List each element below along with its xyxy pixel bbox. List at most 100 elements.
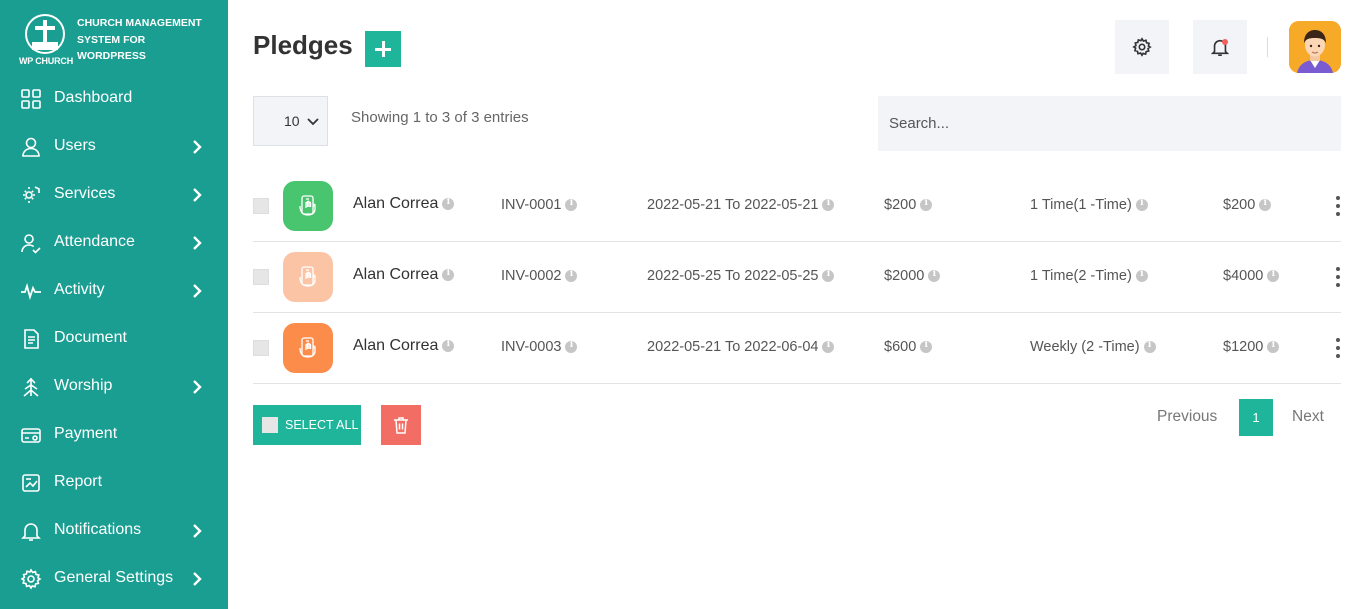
brand[interactable]: WP CHURCH CHURCH MANAGEMENT SYSTEM FOR W…: [18, 12, 218, 68]
info-icon[interactable]: [442, 197, 455, 210]
pagination-next[interactable]: Next: [1292, 408, 1324, 426]
trash-icon: [394, 417, 408, 434]
pledge-dates: 2022-05-25 To 2022-05-25: [647, 268, 835, 284]
dashboard-grid-icon: [21, 89, 41, 109]
page-title: Pledges: [253, 30, 353, 60]
pledge-total: $4000: [1223, 268, 1280, 284]
pledge-total: $1200: [1223, 339, 1280, 355]
donor-name: Alan Correa: [353, 337, 455, 355]
info-icon[interactable]: [822, 340, 835, 353]
sidebar-item-label: Services: [54, 185, 116, 202]
chevron-right-icon: [193, 188, 202, 202]
search-input[interactable]: [878, 96, 1341, 151]
sidebar-item-label: Worship: [54, 377, 113, 394]
info-icon[interactable]: [822, 269, 835, 282]
payment-icon: [21, 428, 41, 443]
user-icon: [22, 137, 40, 157]
info-icon[interactable]: [920, 340, 933, 353]
sidebar-item-payment[interactable]: Payment: [0, 411, 228, 459]
sidebar-item-dashboard[interactable]: Dashboard: [0, 75, 228, 123]
pledge-amount: $2000: [884, 268, 941, 284]
donor-name: Alan Correa: [353, 195, 455, 213]
row-menu-icon[interactable]: [1334, 336, 1342, 360]
chevron-right-icon: [193, 284, 202, 298]
pledge-frequency: 1 Time(1 -Time): [1030, 197, 1148, 213]
delete-button[interactable]: [381, 405, 421, 445]
row-menu-icon[interactable]: [1334, 194, 1342, 218]
info-icon[interactable]: [1135, 198, 1148, 211]
row-checkbox[interactable]: [253, 340, 269, 356]
sidebar-item-label: Users: [54, 137, 96, 154]
invoice-number: INV-0003: [501, 339, 578, 355]
table-row[interactable]: Alan Correa INV-0003 2022-05-21 To 2022-…: [253, 313, 1341, 384]
bell-icon: [21, 523, 41, 541]
chevron-right-icon: [193, 380, 202, 394]
sidebar-item-label: Report: [54, 473, 103, 490]
sidebar-item-general-settings[interactable]: General Settings: [0, 555, 228, 603]
info-icon[interactable]: [442, 339, 455, 352]
pledge-total: $200: [1223, 197, 1272, 213]
pagination-current-page[interactable]: 1: [1239, 399, 1273, 436]
user-avatar-icon: [1289, 21, 1341, 73]
select-all-button[interactable]: SELECT ALL: [253, 405, 361, 445]
sidebar-item-activity[interactable]: Activity: [0, 267, 228, 315]
page-length-select[interactable]: 10: [253, 96, 328, 146]
row-checkbox[interactable]: [253, 198, 269, 214]
sidebar-item-label: Activity: [54, 281, 105, 298]
sidebar-item-label: Payment: [54, 425, 118, 442]
sidebar-item-services[interactable]: Services: [0, 171, 228, 219]
pagination-previous[interactable]: Previous: [1157, 408, 1217, 426]
pledge-icon: [283, 323, 333, 373]
info-icon[interactable]: [565, 198, 578, 211]
sidebar-item-worship[interactable]: Worship: [0, 363, 228, 411]
pledge-icon: [283, 252, 333, 302]
sidebar-item-label: General Settings: [54, 569, 174, 586]
header-divider: [1267, 37, 1268, 57]
sidebar-item-users[interactable]: Users: [0, 123, 228, 171]
select-all-checkbox[interactable]: [262, 417, 278, 433]
info-icon[interactable]: [565, 269, 578, 282]
sidebar-item-attendance[interactable]: Attendance: [0, 219, 228, 267]
info-icon[interactable]: [928, 269, 941, 282]
chevron-right-icon: [193, 236, 202, 250]
notifications-button[interactable]: [1193, 20, 1247, 74]
services-icon: [23, 186, 40, 203]
sidebar-item-document[interactable]: Document: [0, 315, 228, 363]
info-icon[interactable]: [822, 198, 835, 211]
row-checkbox[interactable]: [253, 269, 269, 285]
info-icon[interactable]: [565, 340, 578, 353]
sidebar-item-report[interactable]: Report: [0, 459, 228, 507]
chevron-right-icon: [193, 140, 202, 154]
pledge-frequency: Weekly (2 -Time): [1030, 339, 1156, 355]
row-menu-icon[interactable]: [1334, 265, 1342, 289]
pledge-amount: $600: [884, 339, 933, 355]
pledge-amount: $200: [884, 197, 933, 213]
gear-icon: [20, 568, 42, 590]
sidebar-item-label: Document: [54, 329, 127, 346]
avatar[interactable]: [1289, 21, 1341, 73]
worship-icon: [23, 377, 39, 397]
info-icon[interactable]: [1259, 198, 1272, 211]
add-pledge-button[interactable]: [365, 31, 401, 67]
invoice-number: INV-0002: [501, 268, 578, 284]
info-icon[interactable]: [1135, 269, 1148, 282]
sidebar: WP CHURCH CHURCH MANAGEMENT SYSTEM FOR W…: [0, 0, 228, 609]
chevron-right-icon: [193, 572, 202, 586]
info-icon[interactable]: [442, 268, 455, 281]
chevron-right-icon: [193, 524, 202, 538]
table-row[interactable]: Alan Correa INV-0002 2022-05-25 To 2022-…: [253, 242, 1341, 313]
table-row[interactable]: Alan Correa INV-0001 2022-05-21 To 2022-…: [253, 171, 1341, 242]
sidebar-item-label: Notifications: [54, 521, 142, 538]
hand-phone-icon: [299, 337, 316, 358]
sidebar-item-notifications[interactable]: Notifications: [0, 507, 228, 555]
entries-info: Showing 1 to 3 of 3 entries: [351, 109, 529, 126]
settings-button[interactable]: [1115, 20, 1169, 74]
user-check-icon: [21, 234, 41, 254]
info-icon[interactable]: [1143, 340, 1156, 353]
pledge-dates: 2022-05-21 To 2022-05-21: [647, 197, 835, 213]
info-icon[interactable]: [1267, 340, 1280, 353]
info-icon[interactable]: [1267, 269, 1280, 282]
hand-phone-icon: [299, 266, 316, 287]
pledge-icon: [283, 181, 333, 231]
info-icon[interactable]: [920, 198, 933, 211]
